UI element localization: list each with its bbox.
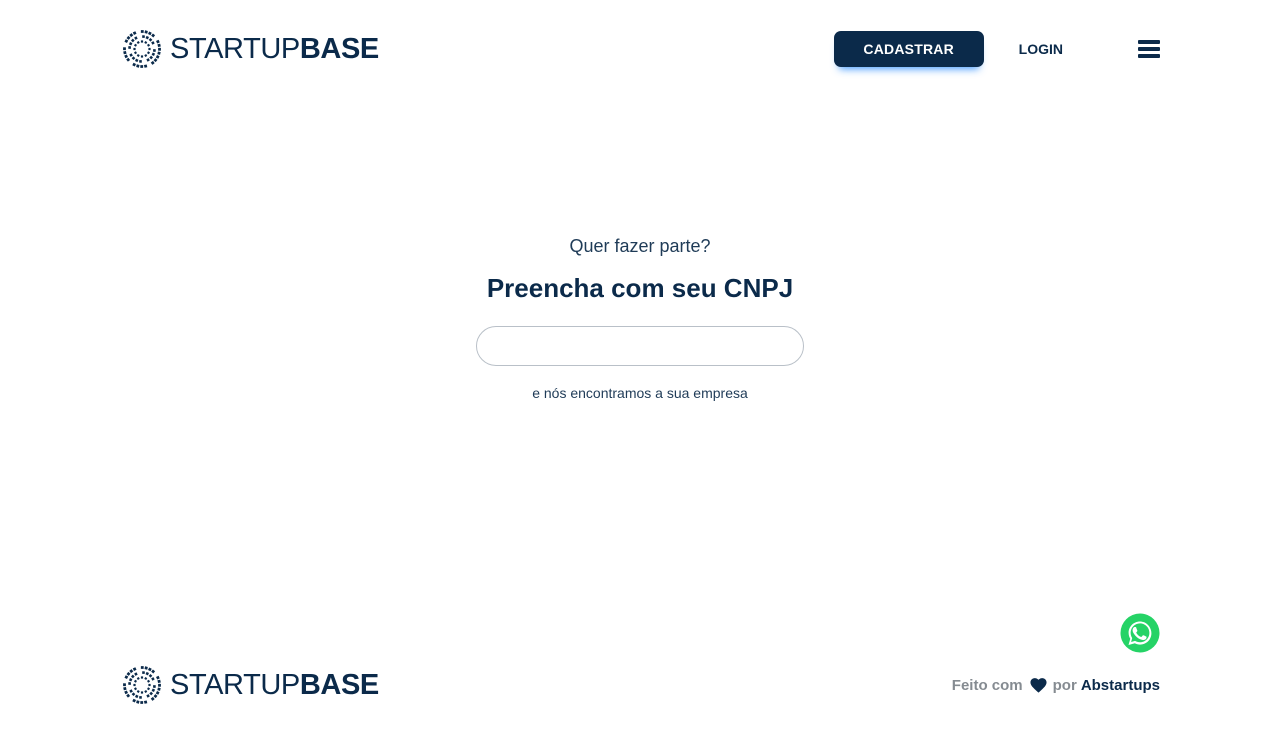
site-header: STARTUPBASE CADASTRAR LOGIN — [120, 24, 1160, 74]
logo-text-light: STARTUP — [170, 32, 300, 65]
site-footer: STARTUPBASE Feito com por Abstartups — [120, 662, 1160, 708]
logo-wordmark: STARTUPBASE — [170, 668, 379, 701]
made-with-text: Feito com — [951, 676, 1023, 694]
startupbase-logo-icon — [123, 666, 161, 704]
menu-bar — [1138, 47, 1160, 51]
cnpj-hint: e nós encontramos a sua empresa — [532, 385, 748, 401]
logo-text-light: STARTUP — [170, 668, 300, 701]
footer-credits: Feito com por Abstartups — [952, 677, 1160, 694]
menu-bar — [1138, 40, 1160, 44]
abstartups-link[interactable]: Abstartups — [1081, 677, 1160, 694]
header-nav: CADASTRAR LOGIN — [833, 31, 1160, 67]
by-text: por — [1052, 676, 1077, 694]
footer-logo[interactable]: STARTUPBASE — [120, 663, 379, 707]
logo-text-bold: BASE — [299, 32, 379, 65]
header-logo[interactable]: STARTUPBASE — [120, 27, 379, 71]
cnpj-input[interactable] — [476, 326, 804, 366]
heart-icon — [1030, 677, 1047, 693]
whatsapp-icon[interactable] — [1120, 613, 1160, 653]
page: STARTUPBASE CADASTRAR LOGIN Quer fazer p… — [0, 0, 1280, 750]
register-button[interactable]: CADASTRAR — [833, 31, 984, 67]
logo-wordmark: STARTUPBASE — [170, 32, 379, 65]
logo-text-bold: BASE — [299, 668, 379, 701]
section-subtitle: Quer fazer parte? — [569, 236, 711, 256]
startupbase-logo-icon — [123, 30, 161, 68]
login-button[interactable]: LOGIN — [1019, 41, 1063, 57]
menu-bar — [1138, 54, 1160, 58]
hamburger-menu-icon[interactable] — [1138, 40, 1160, 58]
page-title: Preencha com seu CNPJ — [486, 273, 794, 303]
cnpj-section: Quer fazer parte? Preencha com seu CNPJ … — [0, 236, 1280, 401]
